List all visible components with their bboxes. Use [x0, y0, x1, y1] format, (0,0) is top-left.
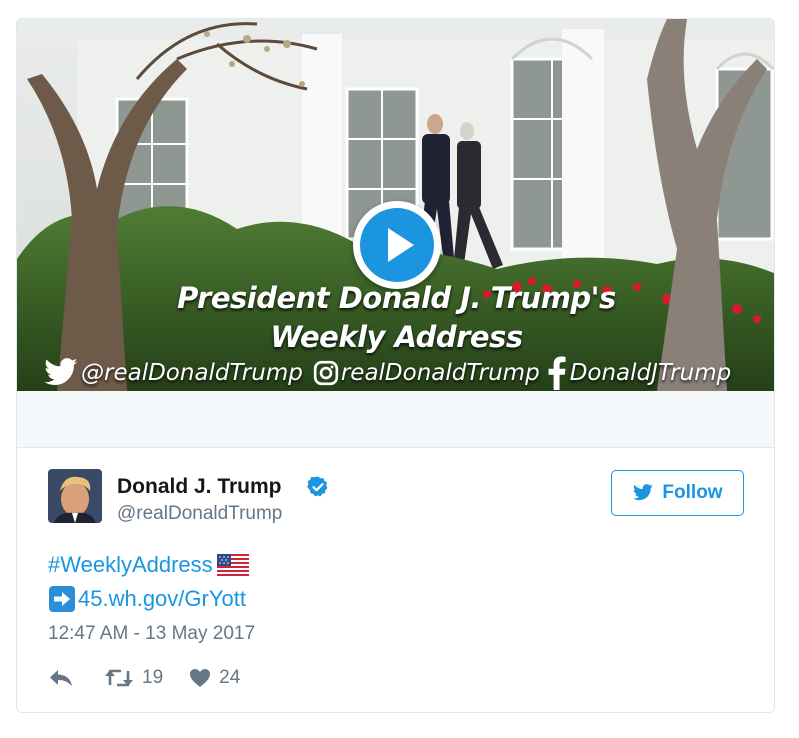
user-display-name[interactable]: Donald J. Trump: [117, 475, 282, 499]
heart-icon: [190, 669, 211, 687]
tweet-actions: 19 24: [48, 665, 240, 691]
facebook-handle-overlay: DonaldJTrump: [569, 360, 732, 386]
media-caption-strip: [17, 391, 774, 448]
play-button-circle: [360, 208, 434, 282]
play-button[interactable]: [353, 201, 441, 289]
retweet-button[interactable]: 19: [104, 667, 163, 689]
retweet-icon: [105, 669, 133, 687]
right-arrow-icon: [49, 586, 75, 612]
social-handles-row: @realDonaldTrump realDonaldTrump DonaldJ…: [43, 355, 763, 391]
twitter-bird-icon: [44, 358, 78, 385]
user-handle[interactable]: @realDonaldTrump: [117, 503, 282, 525]
avatar[interactable]: [48, 469, 102, 523]
reply-button[interactable]: [48, 667, 74, 689]
like-count: 24: [219, 667, 241, 688]
verified-badge-icon: [307, 476, 328, 497]
reply-icon: [50, 670, 72, 686]
video-thumbnail[interactable]: President Donald J. Trump's Weekly Addre…: [17, 19, 774, 391]
retweet-count: 19: [142, 667, 164, 688]
instagram-icon: [313, 360, 338, 386]
video-title-line-1: President Donald J. Trump's: [177, 281, 616, 315]
tweet-text-line-2: 45.wh.gov/GrYott: [48, 585, 246, 613]
us-flag-icon: [216, 554, 249, 576]
twitter-bird-icon: [633, 484, 654, 501]
tweet-card: President Donald J. Trump's Weekly Addre…: [16, 18, 775, 713]
tweet-text-line-1: #WeeklyAddress: [48, 552, 249, 578]
hashtag-link[interactable]: #WeeklyAddress: [48, 552, 213, 578]
video-title-line-2: Weekly Address: [270, 320, 523, 354]
instagram-handle-overlay: realDonaldTrump: [340, 360, 540, 386]
facebook-icon: [548, 356, 566, 390]
shortened-link[interactable]: 45.wh.gov/GrYott: [78, 586, 246, 612]
follow-button-label: Follow: [662, 482, 723, 503]
profile-photo: [48, 469, 102, 523]
follow-button[interactable]: Follow: [611, 470, 744, 516]
play-icon: [388, 228, 414, 262]
tweet-timestamp[interactable]: 12:47 AM - 13 May 2017: [48, 623, 255, 645]
twitter-handle-overlay: @realDonaldTrump: [81, 360, 303, 386]
like-button[interactable]: 24: [189, 667, 240, 689]
